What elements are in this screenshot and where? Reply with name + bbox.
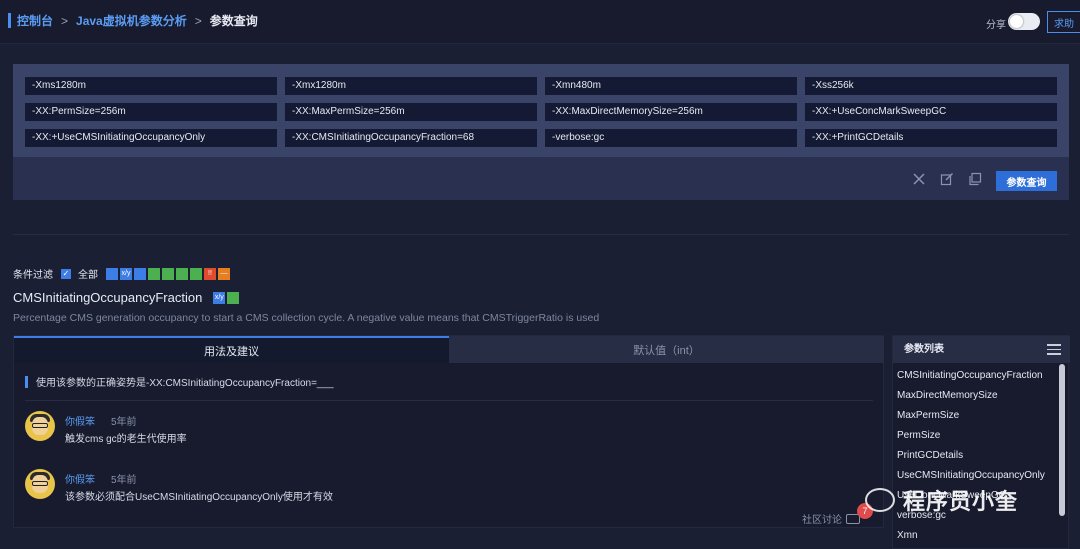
param-chip[interactable]: -XX:MaxPermSize=256m — [285, 103, 537, 121]
param-list-item[interactable]: MaxDirectMemorySize — [897, 386, 1045, 406]
panel-actions — [911, 172, 995, 188]
tab-default-value[interactable]: 默认值（int） — [449, 336, 884, 363]
filter-swatch-icon[interactable] — [162, 267, 174, 280]
filter-swatch-icon[interactable] — [176, 267, 188, 280]
breadcrumb-jvm[interactable]: Java虚拟机参数分析 — [76, 12, 187, 29]
filter-swatches: x/y!! — — [106, 267, 232, 280]
edit-icon[interactable] — [939, 172, 955, 188]
filter-swatch-icon[interactable] — [190, 267, 202, 280]
all-label: 全部 — [78, 270, 98, 281]
discuss-label: 社区讨论 — [802, 515, 842, 526]
tab-usage[interactable]: 用法及建议 — [14, 336, 449, 363]
param-chip[interactable]: -verbose:gc — [545, 129, 797, 147]
param-chip[interactable]: -XX:CMSInitiatingOccupancyFraction=68 — [285, 129, 537, 147]
close-icon[interactable] — [911, 172, 927, 188]
list-scrollbar[interactable] — [1059, 364, 1065, 516]
param-chip[interactable]: -Xms1280m — [25, 77, 277, 95]
watermark-text: 程序员小奎 — [903, 489, 1019, 514]
usage-note: 使用该参数的正确姿势是-XX:CMSInitiatingOccupancyFra… — [25, 374, 334, 389]
comment-user[interactable]: 你假笨 — [65, 413, 95, 428]
param-chip[interactable]: -XX:+UseCMSInitiatingOccupancyOnly — [25, 129, 277, 147]
param-description: Percentage CMS generation occupancy to s… — [13, 312, 600, 324]
comment-user[interactable]: 你假笨 — [65, 471, 95, 486]
param-chip[interactable]: -Xmx1280m — [285, 77, 537, 95]
param-title-row: CMSInitiatingOccupancyFraction x/y — [13, 290, 241, 305]
comment-time: 5年前 — [111, 475, 137, 486]
param-chip[interactable]: -XX:+PrintGCDetails — [805, 129, 1057, 147]
params-grid: -Xms1280m -Xmx1280m -Xmn480m -Xss256k -X… — [13, 64, 1069, 157]
param-chip[interactable]: -Xmn480m — [545, 77, 797, 95]
breadcrumb-accent — [8, 13, 11, 28]
share-toggle[interactable] — [1008, 13, 1040, 30]
all-checkbox[interactable]: ✓ — [61, 268, 71, 279]
watermark: 程序员小奎 — [865, 484, 1018, 516]
query-button[interactable]: 参数查询 — [996, 171, 1057, 191]
param-chip[interactable]: -Xss256k — [805, 77, 1057, 95]
category-tag-icon — [227, 291, 240, 304]
community-discuss[interactable]: 社区讨论 — [802, 511, 860, 526]
section-divider — [13, 234, 1069, 235]
param-list-item[interactable]: CMSInitiatingOccupancyFraction — [897, 366, 1045, 386]
param-chip[interactable]: -XX:MaxDirectMemorySize=256m — [545, 103, 797, 121]
avatar[interactable] — [25, 469, 55, 499]
filter-swatch-icon[interactable]: x/y — [120, 267, 132, 280]
param-list-panel: 参数列表 CMSInitiatingOccupancyFraction MaxD… — [892, 335, 1070, 549]
usage-accent — [25, 375, 28, 388]
comment-text: 该参数必须配合UseCMSInitiatingOccupancyOnly使用才有… — [65, 492, 333, 503]
filter-row: 条件过滤 ✓ 全部 x/y!! — — [13, 266, 232, 281]
filter-swatch-icon[interactable]: !! — [204, 267, 216, 280]
usage-text: 使用该参数的正确姿势是-XX:CMSInitiatingOccupancyFra… — [36, 378, 334, 389]
param-list-item[interactable]: PrintGCDetails — [897, 446, 1045, 466]
wechat-icon — [865, 488, 895, 512]
help-button[interactable]: 求助 — [1047, 11, 1080, 33]
filter-label: 条件过滤 — [13, 270, 53, 281]
param-list-item[interactable]: MaxPermSize — [897, 406, 1045, 426]
filter-swatch-icon[interactable] — [134, 267, 146, 280]
detail-content: 用法及建议 默认值（int） 使用该参数的正确姿势是-XX:CMSInitiat… — [13, 335, 884, 528]
breadcrumb: 控制台 > Java虚拟机参数分析 > 参数查询 — [8, 12, 258, 29]
comment-time: 5年前 — [111, 417, 137, 428]
param-list-item[interactable]: UseCMSInitiatingOccupancyOnly — [897, 466, 1045, 486]
param-chip[interactable]: -XX:+UseConcMarkSweepGC — [805, 103, 1057, 121]
comment-text: 触发cms gc的老生代使用率 — [65, 434, 187, 445]
breadcrumb-sep: > — [61, 13, 69, 28]
copy-icon[interactable] — [967, 172, 983, 188]
toggle-knob — [1010, 15, 1023, 28]
param-list-title: 参数列表 — [893, 336, 1070, 363]
breadcrumb-sep: > — [194, 13, 202, 28]
share-label: 分享 — [986, 20, 1006, 31]
breadcrumb-current: 参数查询 — [209, 14, 258, 28]
param-title: CMSInitiatingOccupancyFraction — [13, 290, 203, 305]
avatar[interactable] — [25, 411, 55, 441]
param-chip[interactable]: -XX:PermSize=256m — [25, 103, 277, 121]
usage-divider — [25, 400, 873, 401]
param-list-item[interactable]: PermSize — [897, 426, 1045, 446]
param-list-item[interactable]: Xmn — [897, 526, 1045, 546]
list-menu-icon[interactable] — [1047, 344, 1061, 355]
top-bar: 控制台 > Java虚拟机参数分析 > 参数查询 分享 求助 — [0, 0, 1080, 44]
params-panel: -Xms1280m -Xmx1280m -Xmn480m -Xss256k -X… — [13, 64, 1069, 200]
breadcrumb-console[interactable]: 控制台 — [17, 12, 53, 29]
type-tag-icon: x/y — [213, 291, 226, 304]
param-list: CMSInitiatingOccupancyFraction MaxDirect… — [897, 366, 1045, 546]
filter-swatch-icon[interactable]: — — [218, 267, 230, 280]
filter-swatch-icon[interactable] — [148, 267, 160, 280]
filter-swatch-icon[interactable] — [106, 267, 118, 280]
